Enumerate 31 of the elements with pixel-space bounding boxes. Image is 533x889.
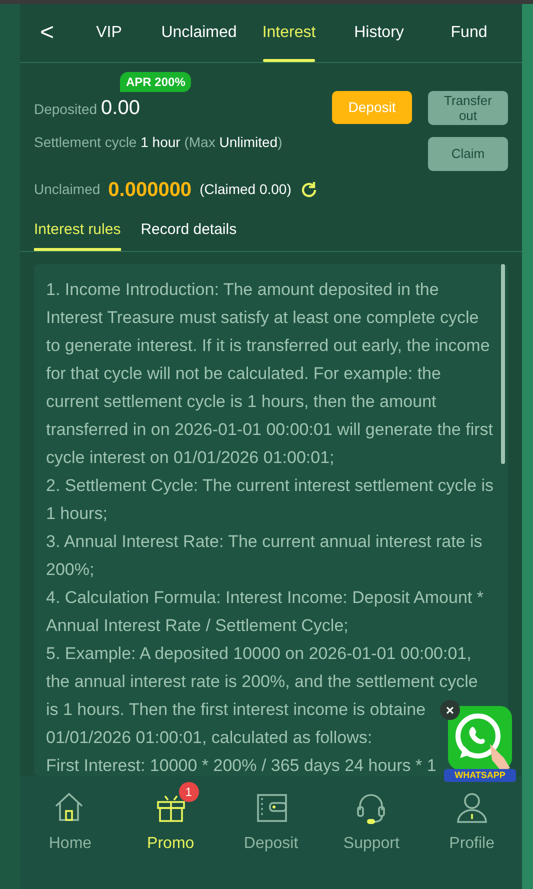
rule-text-line: 01/01/2026 01:00:01, calculated as follows: (46, 727, 372, 750)
rule-text-line: is 1 hours. Then the first interest income is obtaine (46, 699, 426, 722)
rule-paragraph: 3. Annual Interest Rate: The current annual interest rate is 200%; (46, 531, 484, 582)
rule-text-line: First Interest: 10000 * 200% / 365 days 24 hours * 1 (46, 755, 436, 776)
settlement-cycle-text: Settlement cycle 1 hour (Max Unlimited) (34, 134, 282, 150)
nav-item[interactable]: Deposit (220, 778, 322, 889)
tab[interactable]: Interest rules (34, 210, 121, 252)
tab[interactable]: History (334, 4, 424, 62)
tab[interactable]: Record details (140, 210, 237, 252)
nav-item[interactable]: Promo 1 (120, 778, 221, 889)
tab[interactable]: Fund (424, 4, 514, 62)
rule-paragraph: 2. Settlement Cycle: The current interest settlement cycle is 1 hours; (46, 475, 495, 526)
scrollbar[interactable] (501, 264, 505, 464)
claimed-text: (Claimed 0.00) (200, 180, 292, 200)
rule-paragraph: 4. Calculation Formula: Interest Income: Deposit Amount * Annual Interest Rate / Settlement Cycle; (46, 587, 484, 638)
back-button[interactable]: < (30, 4, 64, 62)
transfer-out-button[interactable]: Transfer out (428, 90, 508, 125)
chat-app-label[interactable]: WHATSAPP (444, 768, 516, 782)
deposited-value: 0.00 (101, 96, 140, 121)
unclaimed-value: 0.000000 (108, 178, 192, 203)
tab[interactable]: VIP (64, 4, 154, 62)
rule-paragraph: 1. Income Introduction: The amount deposited in the Interest Treasure must satisfy at least one complete cycle to generate interest. If it is transferred out early, the income for that cycle will not be calculated. For example: the current settlement cycle is 1 hours, then the amount transferred in on 2026-01-01 00:00:01 will generate the first cycle interest on 01/01/2026 01:00:01; (46, 279, 494, 470)
unclaimed-label: Unclaimed (34, 180, 100, 200)
claim-button[interactable]: Claim (428, 136, 508, 171)
tab[interactable]: Interest (244, 4, 334, 62)
notification-badge: 1 (178, 782, 199, 802)
nav-item[interactable]: Support (321, 778, 422, 889)
deposited-label: Deposited (34, 100, 98, 119)
nav-item[interactable]: Home (20, 778, 120, 889)
tab[interactable]: Unclaimed (154, 4, 244, 62)
apr-badge: APR 200% (120, 72, 192, 92)
